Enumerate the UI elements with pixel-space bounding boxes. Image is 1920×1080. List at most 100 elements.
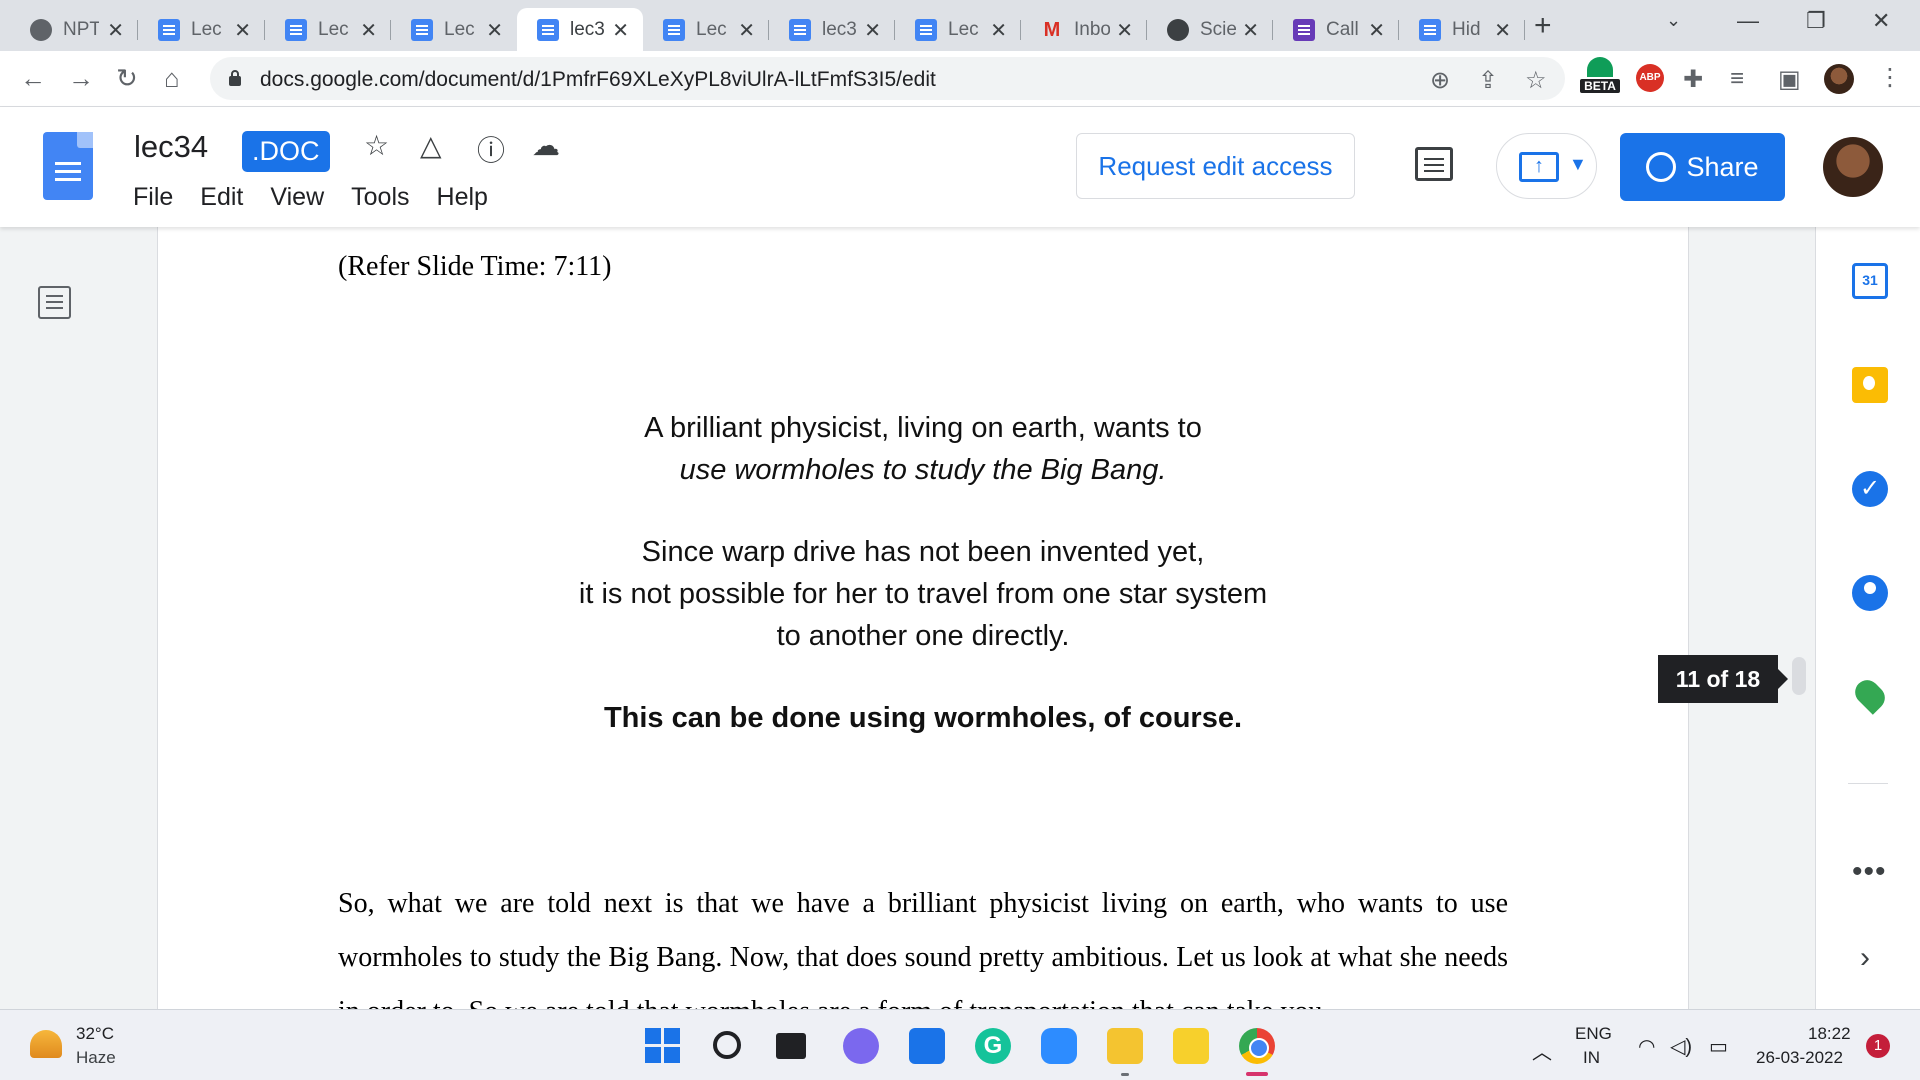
- close-tab-icon[interactable]: ✕: [1368, 18, 1385, 43]
- comment-history-icon[interactable]: [1415, 147, 1453, 181]
- menu-bar: File Edit View Tools Help: [133, 183, 515, 212]
- notification-badge[interactable]: 1: [1866, 1034, 1890, 1058]
- scrollbar-thumb[interactable]: [1792, 657, 1806, 695]
- chrome-icon[interactable]: [1239, 1028, 1275, 1064]
- docs-icon: [158, 18, 180, 41]
- chat-icon[interactable]: [843, 1028, 879, 1064]
- search-icon[interactable]: [713, 1031, 741, 1059]
- close-tab-icon[interactable]: ✕: [864, 18, 881, 43]
- task-view-icon[interactable]: [776, 1033, 806, 1059]
- more-addons-icon[interactable]: •••: [1852, 855, 1887, 889]
- cloud-status-icon[interactable]: ☁: [532, 129, 560, 162]
- calendar-icon[interactable]: 31: [1852, 263, 1888, 299]
- language-region[interactable]: IN: [1583, 1048, 1600, 1068]
- document-outline-icon[interactable]: [38, 286, 71, 319]
- slide-line: to another one directly.: [776, 620, 1070, 652]
- wifi-icon[interactable]: ◠: [1638, 1034, 1655, 1059]
- menu-file[interactable]: File: [133, 183, 173, 212]
- clock-time[interactable]: 18:22: [1808, 1024, 1851, 1044]
- chevron-up-icon[interactable]: ︿: [1532, 1036, 1552, 1065]
- adblock-icon[interactable]: ABP: [1636, 64, 1664, 92]
- weather-temperature[interactable]: 32°C: [76, 1024, 114, 1044]
- share-button[interactable]: Share: [1620, 133, 1785, 201]
- browser-tab[interactable]: Scie ✕: [1147, 8, 1273, 51]
- home-icon[interactable]: ⌂: [164, 63, 180, 94]
- menu-view[interactable]: View: [270, 183, 324, 212]
- expand-panel-icon[interactable]: ›: [1860, 941, 1870, 975]
- menu-help[interactable]: Help: [437, 183, 488, 212]
- browser-tab[interactable]: Lec ✕: [265, 8, 391, 51]
- contacts-icon[interactable]: [1852, 575, 1888, 611]
- browser-tab[interactable]: NPTEL ✕: [10, 8, 138, 51]
- close-tab-icon[interactable]: ✕: [738, 18, 755, 43]
- present-button[interactable]: ↑ ▼: [1496, 133, 1597, 199]
- browser-tab[interactable]: Call ✕: [1273, 8, 1399, 51]
- zoom-icon[interactable]: [1041, 1028, 1077, 1064]
- store-icon[interactable]: [909, 1028, 945, 1064]
- browser-tab[interactable]: Lec ✕: [391, 8, 517, 51]
- share-page-icon[interactable]: ⇪: [1478, 66, 1498, 95]
- close-tab-icon[interactable]: ✕: [360, 18, 377, 43]
- google-docs-logo[interactable]: [43, 132, 93, 200]
- maps-icon[interactable]: [1850, 675, 1890, 715]
- close-tab-icon[interactable]: ✕: [1242, 18, 1259, 43]
- browser-tab[interactable]: Lec ✕: [895, 8, 1021, 51]
- weather-icon[interactable]: [30, 1030, 62, 1058]
- page-number-tooltip: 11 of 18: [1658, 655, 1788, 703]
- close-tab-icon[interactable]: ✕: [234, 18, 251, 43]
- tab-title: Inbo: [1074, 18, 1110, 40]
- volume-icon[interactable]: ◁): [1670, 1034, 1692, 1059]
- reload-icon[interactable]: ↻: [116, 63, 138, 94]
- battery-icon[interactable]: ▭: [1709, 1034, 1728, 1059]
- browser-tab[interactable]: M Inbo ✕: [1021, 8, 1147, 51]
- keep-icon[interactable]: [1852, 367, 1888, 403]
- side-panel-icon[interactable]: ▣: [1778, 65, 1801, 94]
- tab-search-icon[interactable]: ⌄: [1666, 10, 1681, 31]
- address-bar[interactable]: docs.google.com/document/d/1PmfrF69XLeXy…: [210, 57, 1565, 100]
- weather-condition[interactable]: Haze: [76, 1048, 116, 1068]
- chevron-down-icon[interactable]: ▼: [1569, 154, 1587, 175]
- tasks-icon[interactable]: ✓: [1852, 471, 1888, 507]
- browser-tab[interactable]: Lec ✕: [138, 8, 265, 51]
- grammarly-icon[interactable]: G: [975, 1028, 1011, 1064]
- close-tab-icon[interactable]: ✕: [107, 18, 124, 43]
- close-window-button[interactable]: ✕: [1872, 8, 1890, 34]
- minimize-button[interactable]: —: [1737, 8, 1759, 34]
- file-explorer-icon[interactable]: [1107, 1028, 1143, 1064]
- close-tab-icon[interactable]: ✕: [612, 18, 629, 43]
- browser-tab[interactable]: Lec ✕: [643, 8, 769, 51]
- sticky-notes-icon[interactable]: [1173, 1028, 1209, 1064]
- bookmark-star-icon[interactable]: ☆: [1525, 66, 1547, 95]
- browser-tab[interactable]: Hid ✕: [1399, 8, 1525, 51]
- request-edit-access-button[interactable]: Request edit access: [1076, 133, 1355, 199]
- profile-avatar[interactable]: [1824, 64, 1854, 94]
- extension-beta-icon[interactable]: BETA: [1580, 57, 1620, 99]
- reading-list-icon[interactable]: ≡: [1730, 65, 1744, 93]
- close-tab-icon[interactable]: ✕: [1116, 18, 1133, 43]
- close-tab-icon[interactable]: ✕: [486, 18, 503, 43]
- document-info-icon[interactable]: ⓘ: [477, 129, 505, 169]
- language-indicator[interactable]: ENG: [1575, 1024, 1612, 1044]
- extensions-puzzle-icon[interactable]: ✚: [1683, 65, 1703, 94]
- menu-edit[interactable]: Edit: [200, 183, 243, 212]
- start-icon[interactable]: [645, 1028, 681, 1064]
- browser-menu-icon[interactable]: ⋮: [1878, 63, 1902, 92]
- clock-date[interactable]: 26-03-2022: [1756, 1048, 1843, 1068]
- account-avatar[interactable]: [1823, 137, 1883, 197]
- zoom-icon[interactable]: ⊕: [1430, 66, 1450, 95]
- menu-tools[interactable]: Tools: [351, 183, 409, 212]
- restore-button[interactable]: ❐: [1806, 8, 1826, 34]
- star-icon[interactable]: ☆: [364, 129, 389, 162]
- browser-tab[interactable]: lec3 ✕: [769, 8, 895, 51]
- close-tab-icon[interactable]: ✕: [1494, 18, 1511, 43]
- running-indicator: [1121, 1073, 1129, 1076]
- browser-tab-active[interactable]: lec3 ✕: [517, 8, 643, 51]
- back-icon[interactable]: ←: [20, 63, 46, 94]
- close-tab-icon[interactable]: ✕: [990, 18, 1007, 43]
- new-tab-button[interactable]: +: [1534, 9, 1552, 43]
- url-text: docs.google.com/document/d/1PmfrF69XLeXy…: [260, 68, 936, 91]
- move-to-drive-icon[interactable]: △: [420, 129, 442, 162]
- document-title[interactable]: lec34: [134, 129, 208, 165]
- lock-icon: [229, 70, 241, 86]
- forward-icon[interactable]: →: [68, 63, 94, 94]
